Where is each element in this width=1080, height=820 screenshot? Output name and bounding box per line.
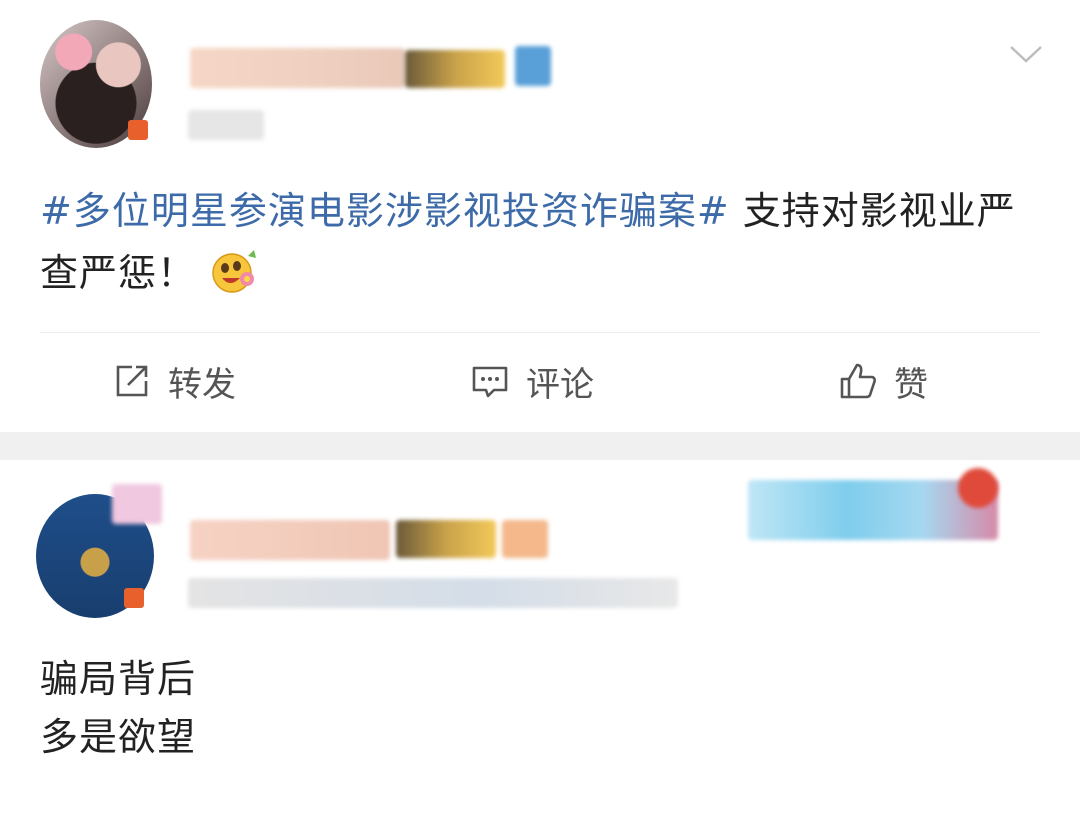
poster-name-redacted[interactable] [190,48,405,88]
comment-line: 多是欲望 [40,715,197,759]
topic-hashtag-link[interactable]: #多位明星参演电影涉影视投资诈骗案# [40,189,730,233]
post-time-redacted [188,110,264,140]
flower-smile-emoji [212,250,257,293]
commenter-level-redacted [502,520,548,558]
repost-icon [116,365,148,397]
comment-meta-redacted [188,578,678,608]
avatar-decoration-redacted [112,484,162,524]
decoration-mascot-redacted [958,468,998,508]
comment-content: 骗局背后 多是欲望 [40,650,196,766]
post-divider [40,332,1040,333]
post-content: #多位明星参演电影涉影视投资诈骗案# 支持对影视业严查严惩！ [40,180,1030,304]
commenter-badge-icon [124,588,144,608]
commenter-badges-redacted [396,520,496,558]
user-badges-redacted [405,50,505,88]
verified-badge-redacted [515,46,551,86]
comment-line: 骗局背后 [40,657,197,701]
repost-label: 转发 [168,364,236,405]
comment-button[interactable]: 评论 [470,352,594,410]
repost-button[interactable]: 转发 [112,352,236,410]
like-button[interactable]: 赞 [838,352,928,410]
comment-label: 评论 [526,364,594,405]
commenter-name-redacted[interactable] [190,520,390,560]
like-label: 赞 [894,364,928,405]
avatar-badge-icon [128,120,148,140]
thumbs-up-icon [840,363,876,399]
chevron-down-icon[interactable] [1008,40,1044,68]
weibo-post: #多位明星参演电影涉影视投资诈骗案# 支持对影视业严查严惩！ 转发 评论 赞 [0,0,1080,432]
feed-separator [0,432,1080,460]
comment-icon [472,366,508,398]
